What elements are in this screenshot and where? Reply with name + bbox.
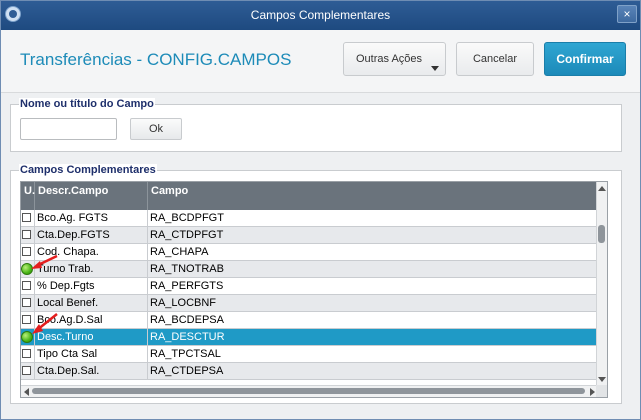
row-used-cell[interactable] (21, 295, 35, 311)
row-used-cell[interactable] (21, 312, 35, 328)
page-header: Transferências - CONFIG.CAMPOS Outras Aç… (0, 30, 641, 93)
nome-campo-input[interactable] (20, 118, 117, 140)
row-campo: RA_TNOTRAB (148, 261, 598, 277)
horizontal-scrollbar[interactable] (21, 385, 598, 397)
checkbox-icon[interactable] (22, 366, 31, 375)
table-row[interactable]: Bco.Ag.D.Sal RA_BCDEPSA (21, 312, 598, 329)
row-descr-campo: Tipo Cta Sal (35, 346, 148, 362)
row-used-cell[interactable] (21, 346, 35, 362)
table-row[interactable]: % Dep.Fgts RA_PERFGTS (21, 278, 598, 295)
column-header-descr-campo[interactable]: Descr.Campo (35, 182, 148, 210)
ok-button[interactable]: Ok (130, 118, 182, 140)
window-titlebar: Campos Complementares × (0, 0, 641, 30)
window-close-button[interactable]: × (617, 5, 637, 23)
scroll-down-icon[interactable] (598, 377, 606, 382)
row-descr-campo: Cod. Chapa. (35, 244, 148, 260)
scroll-left-icon[interactable] (24, 388, 29, 396)
cancelar-button[interactable]: Cancelar (456, 42, 534, 76)
table-row[interactable]: Desc.Turno RA_DESCTUR (21, 329, 598, 346)
column-header-campo[interactable]: Campo (148, 182, 598, 210)
scroll-up-icon[interactable] (598, 186, 606, 191)
row-campo: RA_BCDPFGT (148, 210, 598, 226)
row-campo: RA_CTDPFGT (148, 227, 598, 243)
scroll-right-icon[interactable] (590, 388, 595, 396)
checkbox-icon[interactable] (22, 213, 31, 222)
vertical-scroll-thumb[interactable] (598, 225, 605, 243)
row-campo: RA_BCDEPSA (148, 312, 598, 328)
nome-campo-group-label: Nome ou título do Campo (19, 98, 155, 110)
table-row[interactable]: Cod. Chapa. RA_CHAPA (21, 244, 598, 261)
row-used-cell[interactable] (21, 227, 35, 243)
row-descr-campo: Cta.Dep.FGTS (35, 227, 148, 243)
row-descr-campo: Local Benef. (35, 295, 148, 311)
campos-complementares-group: Campos Complementares U. Descr.Campo Cam… (10, 164, 622, 404)
green-dot-icon[interactable] (21, 263, 33, 275)
campos-complementares-group-label: Campos Complementares (19, 164, 157, 176)
table-row[interactable]: Turno Trab. RA_TNOTRAB (21, 261, 598, 278)
row-campo: RA_CHAPA (148, 244, 598, 260)
row-used-cell[interactable] (21, 210, 35, 226)
table-row[interactable]: Local Benef. RA_LOCBNF (21, 295, 598, 312)
campos-grid: U. Descr.Campo Campo Bco.Ag. FGTS RA_BCDP… (20, 181, 608, 398)
vertical-scrollbar[interactable] (596, 182, 607, 386)
outras-acoes-label: Outras Ações (356, 53, 423, 65)
row-used-cell[interactable] (21, 278, 35, 294)
table-row[interactable]: Cta.Dep.Sal. RA_CTDEPSA (21, 363, 598, 380)
table-row[interactable]: Cta.Dep.FGTS RA_CTDPFGT (21, 227, 598, 244)
checkbox-icon[interactable] (22, 349, 31, 358)
row-campo: RA_LOCBNF (148, 295, 598, 311)
row-used-cell[interactable] (21, 363, 35, 379)
row-descr-campo: Cta.Dep.Sal. (35, 363, 148, 379)
grid-rows: Bco.Ag. FGTS RA_BCDPFGT Cta.Dep.FGTS RA_CTD… (21, 210, 598, 380)
checkbox-icon[interactable] (22, 281, 31, 290)
checkbox-icon[interactable] (22, 298, 31, 307)
page-title: Transferências - CONFIG.CAMPOS (20, 50, 292, 69)
row-descr-campo: % Dep.Fgts (35, 278, 148, 294)
row-campo: RA_PERFGTS (148, 278, 598, 294)
chevron-down-icon (431, 66, 439, 71)
nome-campo-group: Nome ou título do Campo Ok (10, 98, 622, 152)
checkbox-icon[interactable] (22, 315, 31, 324)
row-used-cell[interactable] (21, 261, 35, 277)
table-row[interactable]: Bco.Ag. FGTS RA_BCDPFGT (21, 210, 598, 227)
confirmar-button[interactable]: Confirmar (544, 42, 626, 76)
checkbox-icon[interactable] (22, 247, 31, 256)
row-campo: RA_TPCTSAL (148, 346, 598, 362)
row-campo: RA_CTDEPSA (148, 363, 598, 379)
window-title: Campos Complementares (250, 8, 391, 22)
table-row[interactable]: Tipo Cta Sal RA_TPCTSAL (21, 346, 598, 363)
column-header-used[interactable]: U. (21, 182, 35, 210)
grid-header: U. Descr.Campo Campo (21, 182, 598, 210)
row-used-cell[interactable] (21, 244, 35, 260)
row-descr-campo: Turno Trab. (35, 261, 148, 277)
row-descr-campo: Desc.Turno (35, 329, 148, 345)
row-campo: RA_DESCTUR (148, 329, 598, 345)
row-used-cell[interactable] (21, 329, 35, 345)
scrollbar-corner (596, 385, 607, 397)
row-descr-campo: Bco.Ag.D.Sal (35, 312, 148, 328)
checkbox-icon[interactable] (22, 230, 31, 239)
green-dot-icon[interactable] (21, 331, 33, 343)
outras-acoes-button[interactable]: Outras Ações (343, 42, 446, 76)
horizontal-scroll-thumb[interactable] (32, 388, 585, 394)
row-descr-campo: Bco.Ag. FGTS (35, 210, 148, 226)
